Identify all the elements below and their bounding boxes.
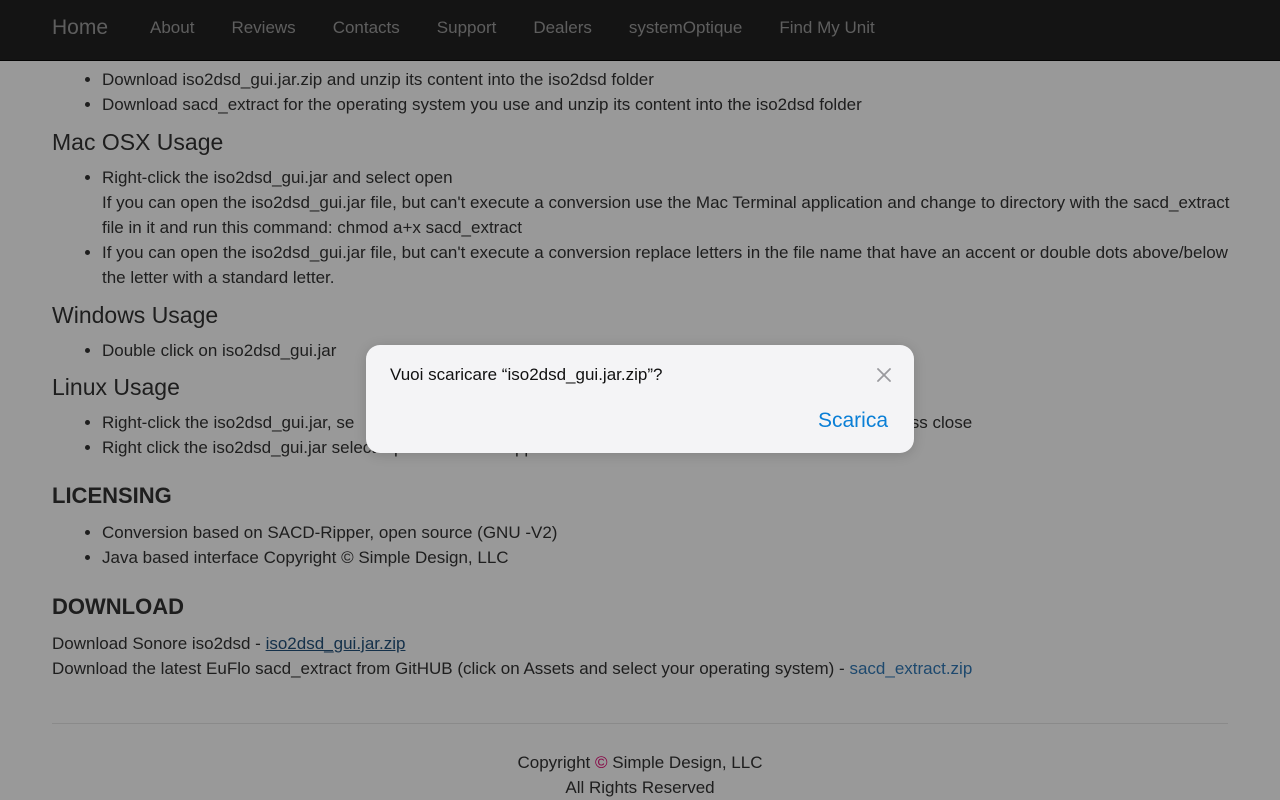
dialog-message: Vuoi scaricare “iso2dsd_gui.jar.zip”? [390,365,663,384]
close-icon[interactable] [876,367,892,383]
download-button[interactable]: Scarica [818,409,888,433]
download-dialog: Vuoi scaricare “iso2dsd_gui.jar.zip”? Sc… [366,345,914,453]
